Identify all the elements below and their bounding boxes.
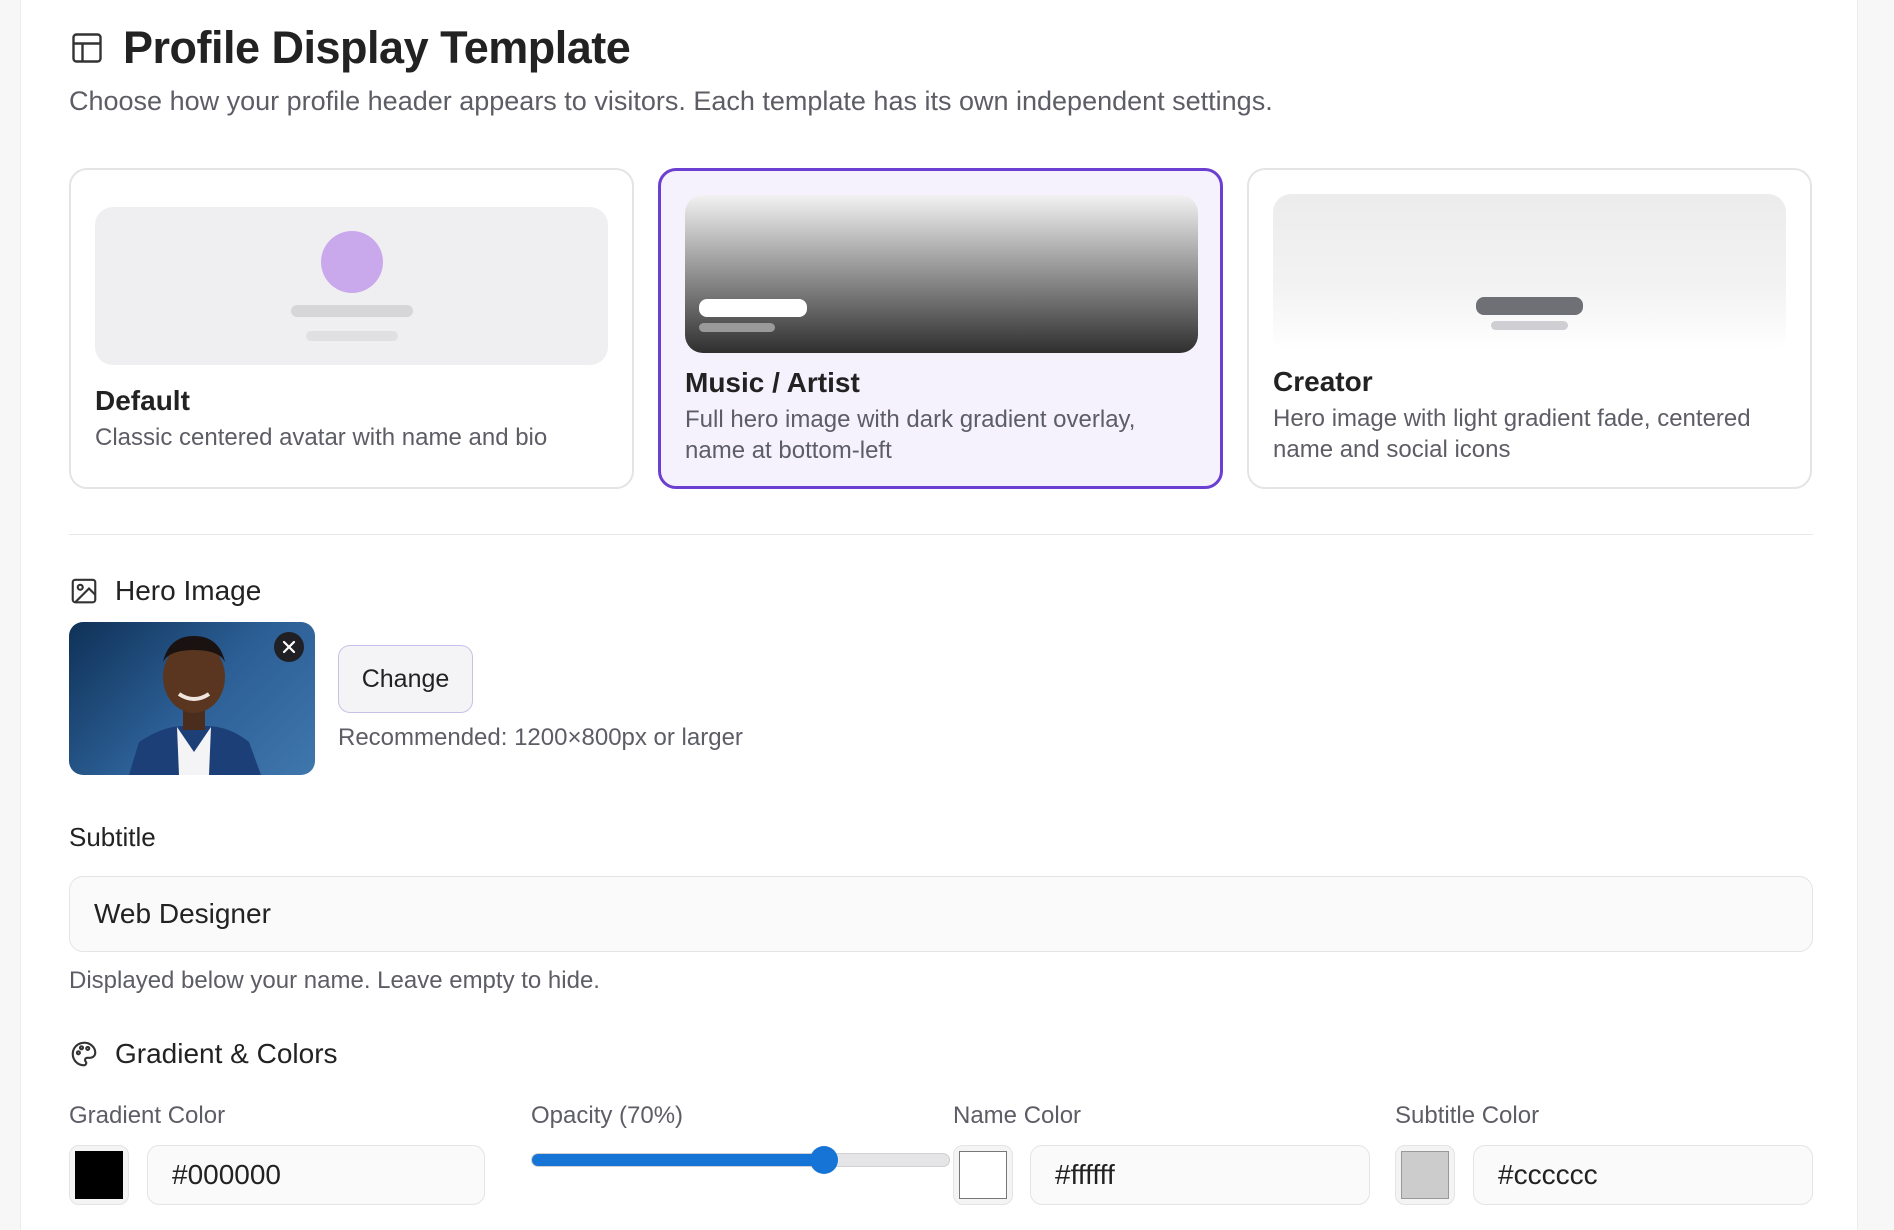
template-description: Full hero image with dark gradient overl…	[685, 406, 1136, 464]
subtitle-color-swatch-fill	[1401, 1151, 1449, 1199]
preview-name-bar	[291, 305, 413, 317]
template-preview-creator	[1273, 194, 1786, 352]
subtitle-help: Displayed below your name. Leave empty t…	[69, 967, 600, 994]
preview-name-bar	[699, 299, 807, 317]
colors-heading: Gradient & Colors	[69, 1038, 338, 1070]
page-title: Profile Display Template	[123, 22, 631, 73]
section-divider	[69, 534, 1813, 535]
hero-image-heading: Hero Image	[69, 575, 261, 607]
image-recommendation: Recommended: 1200×800px or larger	[338, 724, 743, 751]
gradient-color-input[interactable]: #000000	[147, 1145, 485, 1205]
subtitle-color-swatch[interactable]	[1395, 1145, 1455, 1205]
subtitle-color-input[interactable]: #cccccc	[1473, 1145, 1813, 1205]
template-name: Music / Artist	[685, 367, 860, 398]
remove-image-button[interactable]	[274, 632, 304, 662]
subtitle-input[interactable]: Web Designer	[69, 876, 1813, 952]
close-icon	[282, 640, 296, 654]
layout-template-icon	[69, 30, 105, 66]
palette-icon	[69, 1039, 99, 1069]
preview-bio-bar	[306, 331, 398, 341]
page-header: Profile Display Template	[69, 22, 631, 74]
template-name: Default	[95, 385, 190, 416]
section-label: Hero Image	[115, 575, 262, 606]
section-label: Gradient & Colors	[115, 1038, 338, 1069]
template-card-creator[interactable]: Creator Hero image with light gradient f…	[1247, 168, 1812, 489]
settings-panel: Profile Display Template Choose how your…	[20, 0, 1858, 1230]
gradient-color-label: Gradient Color	[69, 1102, 226, 1129]
change-image-button[interactable]: Change	[338, 645, 473, 713]
subtitle-label: Subtitle	[69, 822, 156, 852]
template-description: Classic centered avatar with name and bi…	[95, 424, 548, 451]
gradient-color-swatch[interactable]	[69, 1145, 129, 1205]
name-color-swatch[interactable]	[953, 1145, 1013, 1205]
opacity-slider[interactable]	[531, 1146, 950, 1174]
page-description: Choose how your profile header appears t…	[69, 86, 1273, 116]
template-preview-default	[95, 207, 608, 365]
hero-image-thumbnail	[69, 622, 315, 775]
template-card-default[interactable]: Default Classic centered avatar with nam…	[69, 168, 634, 489]
opacity-slider-fill	[532, 1154, 824, 1166]
template-name: Creator	[1273, 366, 1373, 397]
name-color-swatch-fill	[959, 1151, 1007, 1199]
gradient-color-swatch-fill	[75, 1151, 123, 1199]
name-color-label: Name Color	[953, 1102, 1082, 1129]
opacity-label: Opacity (70%)	[531, 1102, 684, 1129]
template-description: Hero image with light gradient fade, cen…	[1273, 405, 1751, 463]
template-card-music-artist[interactable]: Music / Artist Full hero image with dark…	[658, 168, 1223, 489]
preview-name-bar	[1476, 297, 1583, 315]
opacity-slider-thumb[interactable]	[809, 1146, 838, 1174]
preview-subtitle-bar	[1491, 321, 1568, 330]
subtitle-color-label: Subtitle Color	[1395, 1102, 1540, 1129]
image-icon	[69, 576, 99, 606]
template-options: Default Classic centered avatar with nam…	[69, 168, 1812, 489]
preview-subtitle-bar	[699, 323, 775, 332]
preview-avatar	[321, 231, 383, 293]
name-color-input[interactable]: #ffffff	[1030, 1145, 1370, 1205]
template-preview-music-artist	[685, 195, 1198, 353]
